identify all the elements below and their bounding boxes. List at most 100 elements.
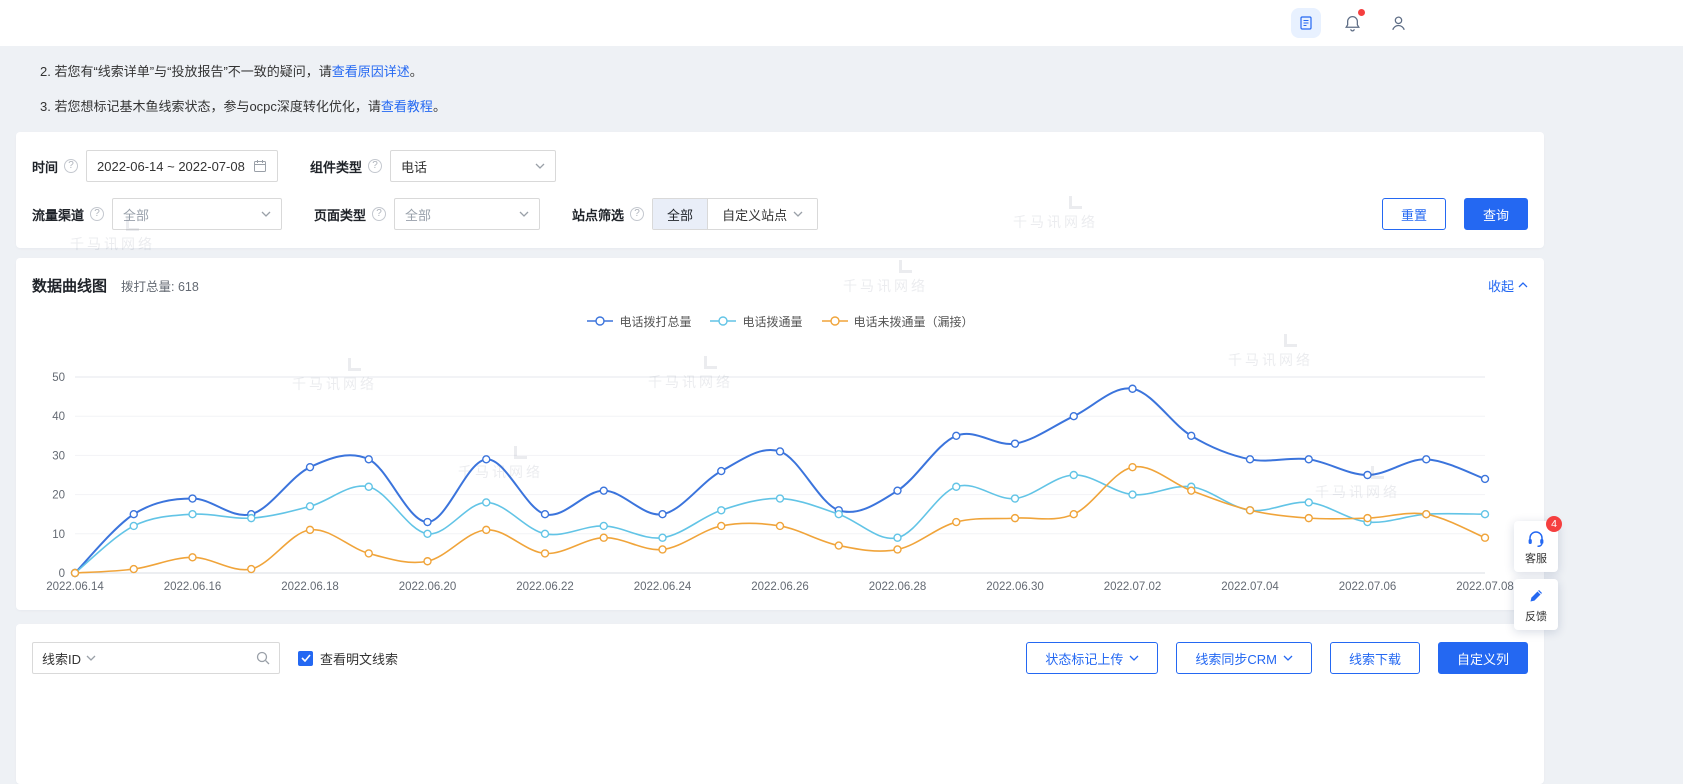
legend-item[interactable]: 电话拨通量 <box>709 313 802 330</box>
data-point <box>189 511 196 518</box>
data-point <box>659 546 666 553</box>
x-axis-tick-label: 2022.07.02 <box>1104 581 1162 593</box>
legend-item[interactable]: 电话拨打总量 <box>586 313 691 330</box>
status-mark-upload-button[interactable]: 状态标记上传 <box>1026 642 1158 674</box>
notification-bell-icon <box>1343 14 1362 33</box>
clue-id-select[interactable]: 线索ID <box>42 649 96 668</box>
data-point <box>72 570 79 577</box>
data-point <box>659 534 666 541</box>
clue-download-button[interactable]: 线索下载 <box>1330 642 1420 674</box>
service-badge: 4 <box>1546 516 1562 532</box>
user-avatar-icon <box>1389 14 1408 33</box>
help-icon[interactable] <box>372 207 386 221</box>
data-point <box>1482 534 1489 541</box>
help-icon[interactable] <box>630 207 644 221</box>
data-point <box>894 546 901 553</box>
data-point <box>1423 456 1430 463</box>
data-point <box>1482 475 1489 482</box>
line-chart[interactable]: 010203040502022.06.142022.06.162022.06.1… <box>32 336 1528 598</box>
data-point <box>718 507 725 514</box>
series-line <box>75 467 1485 573</box>
data-point <box>483 526 490 533</box>
data-point <box>248 566 255 573</box>
data-point <box>1070 472 1077 479</box>
chart-panel: 数据曲线图 拨打总量: 618 收起 电话拨打总量电话拨通量电话未拨通量（漏接）… <box>16 258 1544 610</box>
site-all-button[interactable]: 全部 <box>653 199 707 229</box>
checkbox-check-icon <box>298 651 313 666</box>
component-type-select[interactable]: 电话 <box>390 150 556 182</box>
page-type-label: 页面类型 <box>314 205 366 224</box>
notice-link-tutorial[interactable]: 查看教程 <box>381 99 433 114</box>
search-input[interactable] <box>102 651 250 666</box>
help-icon[interactable] <box>90 207 104 221</box>
document-button[interactable] <box>1291 8 1321 38</box>
pencil-icon <box>1527 587 1545 605</box>
data-point <box>1012 440 1019 447</box>
search-icon[interactable] <box>256 651 270 665</box>
headset-icon <box>1526 529 1546 547</box>
data-point <box>894 534 901 541</box>
data-point <box>1364 515 1371 522</box>
data-point <box>248 515 255 522</box>
notice-list: 2. 若您有“线索详单”与“投放报告”不一致的疑问，请查看原因详述。 3. 若您… <box>0 46 1560 130</box>
legend-item[interactable]: 电话未拨通量（漏接） <box>821 313 974 330</box>
site-filter-segmented: 全部 自定义站点 <box>652 198 818 230</box>
feedback-button[interactable]: 反馈 <box>1514 579 1558 630</box>
page-type-select[interactable]: 全部 <box>394 198 540 230</box>
data-point <box>835 511 842 518</box>
notice-line: 3. 若您想标记基木鱼线索状态，参与ocpc深度转化优化，请查看教程。 <box>40 89 1560 124</box>
data-point <box>835 542 842 549</box>
data-point <box>600 522 607 529</box>
chevron-down-icon <box>1283 655 1293 661</box>
notification-button[interactable] <box>1337 8 1367 38</box>
y-axis-tick-label: 0 <box>59 568 65 580</box>
data-point <box>307 503 314 510</box>
data-point <box>542 530 549 537</box>
data-point <box>1305 499 1312 506</box>
x-axis-tick-label: 2022.06.18 <box>281 581 339 593</box>
query-button[interactable]: 查询 <box>1464 198 1528 230</box>
calendar-icon <box>245 159 267 173</box>
data-point <box>953 519 960 526</box>
data-point <box>953 432 960 439</box>
chart-legend: 电话拨打总量 电话拨通量 电话未拨通量（漏接） <box>32 312 1528 330</box>
customer-service-button[interactable]: 4 客服 <box>1514 521 1558 572</box>
data-point <box>1247 507 1254 514</box>
data-point <box>189 554 196 561</box>
x-axis-tick-label: 2022.06.28 <box>869 581 927 593</box>
data-point <box>483 456 490 463</box>
data-point <box>600 534 607 541</box>
data-point <box>424 519 431 526</box>
clue-search-group: 线索ID <box>32 642 280 674</box>
data-point <box>307 464 314 471</box>
data-point <box>130 566 137 573</box>
data-point <box>307 526 314 533</box>
x-axis-tick-label: 2022.07.08 <box>1456 581 1514 593</box>
clue-sync-crm-button[interactable]: 线索同步CRM <box>1176 642 1312 674</box>
user-menu-button[interactable] <box>1383 8 1413 38</box>
y-axis-tick-label: 10 <box>52 529 65 541</box>
y-axis-tick-label: 40 <box>52 411 65 423</box>
collapse-link[interactable]: 收起 <box>1488 276 1528 295</box>
data-point <box>1247 456 1254 463</box>
traffic-channel-select[interactable]: 全部 <box>112 198 282 230</box>
table-toolbar: 线索ID 查看明文线索 状态标记上传 <box>16 624 1544 784</box>
data-point <box>1482 511 1489 518</box>
data-point <box>130 522 137 529</box>
date-range-input[interactable]: 2022-06-14 ~ 2022-07-08 <box>86 150 278 182</box>
notice-link-reason[interactable]: 查看原因详述 <box>332 64 410 79</box>
custom-columns-button[interactable]: 自定义列 <box>1438 642 1528 674</box>
plaintext-clue-checkbox[interactable]: 查看明文线索 <box>298 649 398 668</box>
data-point <box>1129 464 1136 471</box>
data-point <box>1188 432 1195 439</box>
data-point <box>777 522 784 529</box>
site-custom-button[interactable]: 自定义站点 <box>707 199 817 229</box>
data-point <box>130 511 137 518</box>
reset-button[interactable]: 重置 <box>1382 198 1446 230</box>
help-icon[interactable] <box>64 159 78 173</box>
data-point <box>424 530 431 537</box>
data-point <box>1129 385 1136 392</box>
data-point <box>424 558 431 565</box>
help-icon[interactable] <box>368 159 382 173</box>
data-point <box>953 483 960 490</box>
